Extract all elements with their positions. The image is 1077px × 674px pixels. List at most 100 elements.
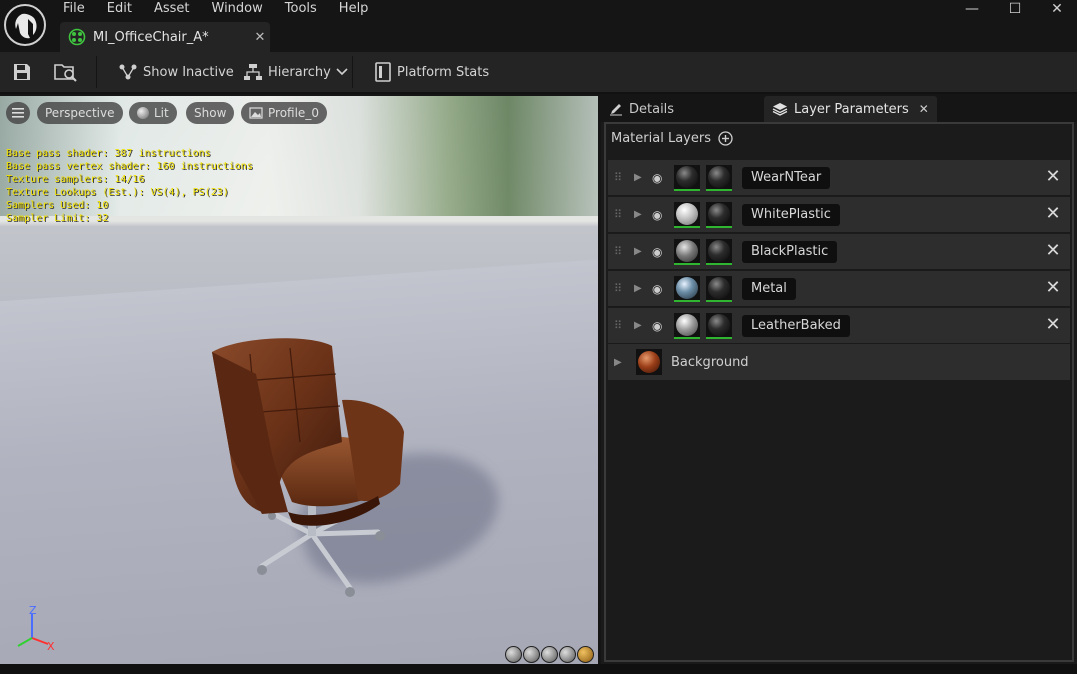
status-strip	[0, 664, 1077, 674]
material-layer-row[interactable]: ⠿ ▶ ◉ WhitePlastic ✕	[608, 197, 1070, 233]
layer-name-field[interactable]: WhitePlastic	[742, 203, 840, 226]
expand-arrow-icon[interactable]: ▶	[634, 283, 646, 294]
material-layer-row[interactable]: ⠿ ▶ ◉ WearNTear ✕	[608, 160, 1070, 196]
show-button[interactable]: Show	[186, 102, 235, 124]
background-layer-row[interactable]: ▶ Background	[608, 344, 1070, 380]
sphere-thumbnail-icon	[708, 202, 730, 225]
expand-arrow-icon[interactable]: ▶	[634, 320, 646, 331]
tab-close-icon[interactable]: ✕	[919, 102, 929, 116]
material-layer-row[interactable]: ⠿ ▶ ◉ BlackPlastic ✕	[608, 234, 1070, 270]
sphere-thumbnail-icon	[708, 276, 730, 299]
platform-stats-button[interactable]: Platform Stats	[374, 52, 489, 92]
menu-asset[interactable]: Asset	[143, 0, 201, 18]
expand-arrow-icon[interactable]: ▶	[634, 246, 646, 257]
material-instance-editor: File Edit Asset Window Tools Help — ☐ ✕ …	[0, 0, 1077, 674]
stat-line: Texture Lookups (Est.): VS(4), PS(23)	[6, 187, 229, 198]
layers-icon	[772, 103, 788, 116]
profile-button[interactable]: Profile_0	[241, 102, 327, 124]
folder-search-icon	[54, 64, 77, 82]
sphere-thumbnail-icon	[676, 313, 698, 336]
add-layer-icon[interactable]	[718, 130, 733, 146]
drag-handle-icon[interactable]: ⠿	[614, 208, 628, 221]
profile-label: Profile_0	[268, 106, 319, 120]
blend-thumbnail[interactable]	[706, 312, 732, 339]
remove-layer-icon[interactable]: ✕	[1044, 279, 1062, 297]
right-panel: Details Layer Parameters ✕ Material Laye…	[601, 96, 1077, 664]
layer-thumbnail[interactable]	[674, 312, 700, 339]
menu-window[interactable]: Window	[201, 0, 274, 18]
visibility-eye-icon[interactable]: ◉	[652, 171, 668, 185]
toolbar: Show Inactive Hierarchy Platform Stats	[0, 52, 1077, 94]
material-layer-row[interactable]: ⠿ ▶ ◉ Metal ✕	[608, 271, 1070, 307]
save-icon	[14, 64, 30, 80]
maximize-button[interactable]: ☐	[995, 0, 1035, 18]
save-button[interactable]	[12, 52, 37, 92]
layer-name-field[interactable]: BlackPlastic	[742, 240, 838, 263]
remove-layer-icon[interactable]: ✕	[1044, 168, 1062, 186]
tab-details-label: Details	[629, 101, 675, 117]
asset-tab-close-icon[interactable]: ✕	[250, 30, 270, 45]
layer-thumbnail[interactable]	[674, 164, 700, 191]
asset-tab-label: MI_OfficeChair_A*	[93, 29, 209, 45]
blend-thumbnail[interactable]	[706, 238, 732, 265]
hierarchy-dropdown[interactable]: Hierarchy	[243, 52, 354, 92]
plane-preview-icon[interactable]	[541, 646, 558, 663]
stat-line: Texture samplers: 14/16	[6, 174, 145, 185]
expand-arrow-icon[interactable]: ▶	[614, 357, 626, 368]
perspective-button[interactable]: Perspective	[37, 102, 123, 124]
menu-edit[interactable]: Edit	[96, 0, 143, 18]
sphere-thumbnail-icon	[676, 276, 698, 299]
sphere-preview-icon[interactable]	[523, 646, 540, 663]
material-layers-header: Material Layers	[606, 124, 1072, 152]
visibility-eye-icon[interactable]: ◉	[652, 208, 668, 222]
material-layer-row[interactable]: ⠿ ▶ ◉ LeatherBaked ✕	[608, 308, 1070, 344]
hamburger-icon	[12, 108, 24, 118]
visibility-eye-icon[interactable]: ◉	[652, 282, 668, 296]
drag-handle-icon[interactable]: ⠿	[614, 282, 628, 295]
cube-preview-icon[interactable]	[559, 646, 576, 663]
blend-thumbnail[interactable]	[706, 201, 732, 228]
menu-help[interactable]: Help	[328, 0, 380, 18]
unreal-logo-icon[interactable]	[4, 4, 46, 46]
menu-file[interactable]: File	[52, 0, 96, 18]
blend-thumbnail[interactable]	[706, 275, 732, 302]
layer-thumbnail[interactable]	[674, 275, 700, 302]
drag-handle-icon[interactable]: ⠿	[614, 245, 628, 258]
panel-tabs: Details Layer Parameters ✕	[601, 96, 1077, 122]
layer-name-field[interactable]: LeatherBaked	[742, 314, 850, 337]
show-inactive-button[interactable]: Show Inactive	[118, 52, 234, 92]
main-menu: File Edit Asset Window Tools Help	[52, 0, 379, 18]
tab-details[interactable]: Details	[601, 96, 682, 122]
hierarchy-label: Hierarchy	[268, 64, 331, 80]
minimize-button[interactable]: —	[952, 0, 992, 18]
visibility-eye-icon[interactable]: ◉	[652, 319, 668, 333]
expand-arrow-icon[interactable]: ▶	[634, 172, 646, 183]
lit-label: Lit	[154, 106, 169, 120]
sphere-thumbnail-icon	[708, 165, 730, 188]
preview-mesh-selector	[505, 646, 594, 663]
drag-handle-icon[interactable]: ⠿	[614, 319, 628, 332]
custom-mesh-preview-icon[interactable]	[577, 646, 594, 663]
preview-viewport[interactable]: Perspective Lit Show Profile_0 Base pass…	[0, 96, 598, 664]
lit-button[interactable]: Lit	[129, 102, 177, 124]
sphere-thumbnail-icon	[708, 313, 730, 336]
tab-layer-parameters[interactable]: Layer Parameters ✕	[764, 96, 937, 122]
remove-layer-icon[interactable]: ✕	[1044, 205, 1062, 223]
cylinder-preview-icon[interactable]	[505, 646, 522, 663]
layer-name-field[interactable]: Metal	[742, 277, 796, 300]
visibility-eye-icon[interactable]: ◉	[652, 245, 668, 259]
menu-tools[interactable]: Tools	[274, 0, 328, 18]
axis-z-label: Z	[29, 604, 37, 617]
layer-thumbnail[interactable]	[674, 201, 700, 228]
drag-handle-icon[interactable]: ⠿	[614, 171, 628, 184]
close-window-button[interactable]: ✕	[1037, 0, 1077, 18]
viewport-options-button[interactable]	[6, 102, 30, 124]
browse-asset-button[interactable]	[54, 52, 83, 92]
layer-thumbnail[interactable]	[674, 238, 700, 265]
expand-arrow-icon[interactable]: ▶	[634, 209, 646, 220]
blend-thumbnail[interactable]	[706, 164, 732, 191]
remove-layer-icon[interactable]: ✕	[1044, 242, 1062, 260]
layer-name-field[interactable]: WearNTear	[742, 166, 831, 189]
asset-tab[interactable]: MI_OfficeChair_A* ✕	[60, 22, 270, 52]
remove-layer-icon[interactable]: ✕	[1044, 316, 1062, 334]
